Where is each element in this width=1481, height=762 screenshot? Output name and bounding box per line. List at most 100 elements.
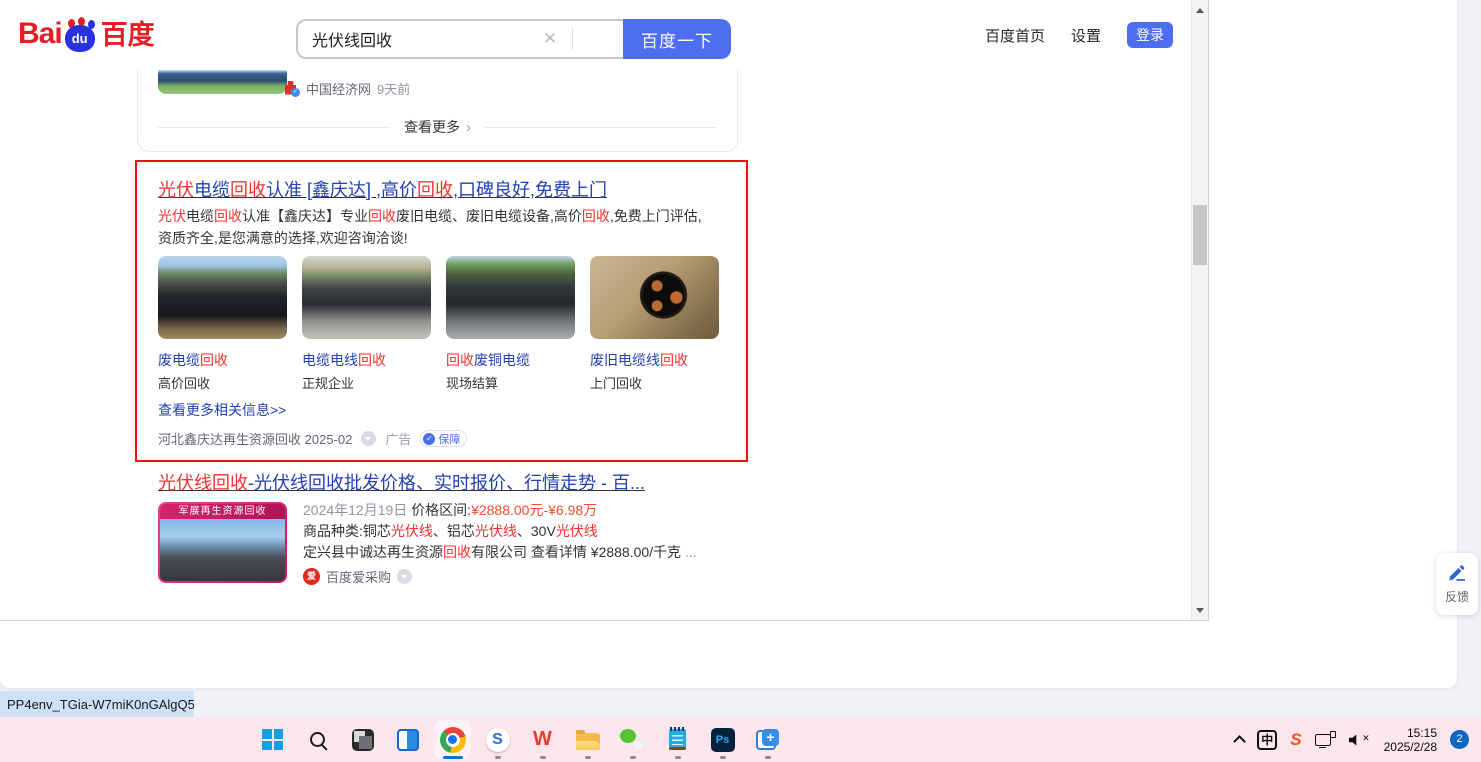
baidu-logo[interactable]: Bai du 百度 — [18, 15, 155, 53]
search-input[interactable] — [296, 19, 623, 59]
network-icon — [1315, 731, 1336, 748]
notification-badge: 2 — [1450, 730, 1469, 749]
result2-category-line: 商品种类:铜芯光伏线、铝芯光伏线、30V光伏线 — [303, 522, 598, 541]
running-indicator — [495, 756, 501, 759]
tray-show-hidden-icons[interactable] — [1235, 733, 1244, 746]
publish-time: 9天前 — [377, 79, 410, 98]
clear-search-icon[interactable]: ✕ — [540, 29, 560, 49]
volume-muted-icon — [1349, 732, 1371, 748]
tray-volume[interactable] — [1349, 732, 1371, 748]
divider — [158, 127, 390, 128]
sogou-icon: S — [486, 728, 510, 752]
baidu-aicaigou-label: 百度爱采购 — [326, 567, 391, 586]
tray-ime-indicator[interactable]: 中 — [1257, 730, 1277, 750]
ad-item-caption[interactable]: 回收废铜电缆 — [446, 350, 530, 370]
scroll-up-arrow[interactable] — [1192, 2, 1208, 18]
ad-more-info-link[interactable]: 查看更多相关信息>> — [158, 400, 286, 420]
taskbar-sogou[interactable]: S — [475, 717, 520, 762]
wechat-icon — [620, 729, 645, 751]
photo-app-icon — [352, 729, 374, 751]
tray-sogou[interactable]: S — [1290, 730, 1301, 750]
search-button[interactable]: 百度一下 — [623, 19, 731, 59]
clock-time: 15:15 — [1384, 726, 1437, 740]
running-indicator — [765, 756, 771, 759]
taskbar-wechat[interactable] — [610, 717, 655, 762]
feedback-label: 反馈 — [1445, 588, 1469, 605]
ad-item-caption[interactable]: 废电缆回收 — [158, 350, 228, 370]
taskbar-wps[interactable]: W — [520, 717, 565, 762]
running-indicator — [540, 756, 546, 759]
taskbar-panel-app[interactable] — [385, 717, 430, 762]
tray-clock[interactable]: 15:15 2025/2/28 — [1384, 726, 1437, 754]
nav-settings[interactable]: 设置 — [1071, 25, 1101, 46]
search-icon — [307, 729, 329, 751]
taskbar-photo-app[interactable] — [340, 717, 385, 762]
running-indicator — [585, 756, 591, 759]
ad-source-name: 河北鑫庆达再生资源回收 2025-02 — [158, 429, 352, 448]
ad-thumbnail[interactable] — [158, 256, 287, 339]
tray-notifications[interactable]: 2 — [1450, 730, 1469, 749]
baidu-aicaigou-icon: 爱 — [303, 568, 320, 585]
baidu-paw-icon: du — [65, 19, 98, 52]
running-indicator — [630, 756, 636, 759]
active-app-indicator — [443, 756, 463, 759]
photoshop-icon: Ps — [711, 728, 735, 752]
ad-label: 广告 — [385, 429, 411, 448]
notepad-icon — [669, 729, 686, 750]
taskbar-start-button[interactable] — [250, 717, 295, 762]
new-window-plus-icon: + — [755, 728, 780, 752]
result2-title[interactable]: 光伏线回收-光伏线回收批发价格、实时报价、行情走势 - 百... — [158, 471, 645, 495]
ad-item-caption[interactable]: 废旧电缆线回收 — [590, 350, 688, 370]
chevron-right-icon: › — [466, 119, 471, 136]
ad-item-subtitle: 高价回收 — [158, 373, 210, 392]
browser-window: ✓ 中国经济网 9天前 查看更多 › 光伏电缆回收认准 [鑫庆达] ,高价回收,… — [0, 0, 1457, 688]
scrollbar-thumb[interactable] — [1193, 205, 1207, 265]
login-button[interactable]: 登录 — [1127, 22, 1173, 48]
feedback-button[interactable]: 反馈 — [1436, 553, 1478, 615]
page-scrollbar[interactable] — [1191, 0, 1208, 620]
ad-item-subtitle: 现场结算 — [446, 373, 498, 392]
taskbar-notepad[interactable] — [655, 717, 700, 762]
result2-company-line: 定兴县中诚达再生资源回收有限公司 查看详情 ¥2888.00/千克 ... — [303, 543, 697, 562]
taskbar-search[interactable] — [295, 717, 340, 762]
guarantee-badge: ✓ 保障 — [420, 430, 467, 447]
result2-price-line: 2024年12月19日 价格区间:¥2888.00元-¥6.98万 — [303, 501, 597, 520]
ime-chinese-icon: 中 — [1257, 730, 1277, 750]
chevron-up-icon — [1233, 735, 1246, 748]
news-card: ✓ 中国经济网 9天前 查看更多 › — [137, 56, 738, 152]
result-options-chevron-icon[interactable] — [397, 569, 412, 584]
check-icon: ✓ — [423, 433, 435, 445]
divider — [572, 28, 573, 50]
running-indicator — [675, 756, 681, 759]
pencil-icon — [1447, 563, 1467, 583]
chrome-icon — [440, 727, 466, 753]
taskbar-file-explorer[interactable] — [565, 717, 610, 762]
page-content-frame: ✓ 中国经济网 9天前 查看更多 › 光伏电缆回收认准 [鑫庆达] ,高价回收,… — [0, 0, 1209, 621]
ad-item-caption[interactable]: 电缆电线回收 — [302, 350, 386, 370]
ad-thumbnail[interactable] — [302, 256, 431, 339]
ad-result-title[interactable]: 光伏电缆回收认准 [鑫庆达] ,高价回收,口碑良好,免费上门 — [158, 178, 607, 202]
window-title-tab[interactable]: PP4env_TGia-W7miK0nGAlgQ5... — [0, 691, 194, 717]
ad-thumbnail[interactable] — [590, 256, 719, 339]
divider — [485, 127, 717, 128]
ad-result-description: 光伏电缆回收认准【鑫庆达】专业回收废旧电缆、废旧电缆设备,高价回收,免费上门评估… — [158, 205, 710, 249]
ad-item-subtitle: 上门回收 — [590, 373, 642, 392]
taskbar-photoshop[interactable]: Ps — [700, 717, 745, 762]
source-favicon: ✓ — [284, 81, 300, 97]
verified-check-icon: ✓ — [291, 88, 300, 97]
thumbnail-banner: 军展再生资源回收 — [160, 504, 285, 519]
see-more-link[interactable]: 查看更多 › — [158, 117, 717, 137]
ad-item-subtitle: 正规企业 — [302, 373, 354, 392]
result-options-chevron-icon[interactable] — [361, 431, 376, 446]
ad-thumbnail[interactable] — [446, 256, 575, 339]
tray-network[interactable] — [1315, 731, 1336, 748]
taskbar-chrome[interactable] — [430, 717, 475, 762]
nav-baidu-home[interactable]: 百度首页 — [985, 25, 1045, 46]
taskbar-new-window-app[interactable]: + — [745, 717, 790, 762]
result2-thumbnail[interactable]: 军展再生资源回收 — [158, 502, 287, 583]
taskbar: S W Ps + 中 S — [0, 717, 1481, 762]
panel-app-icon — [397, 729, 419, 751]
folder-icon — [576, 733, 600, 750]
sogou-tray-icon: S — [1290, 730, 1301, 750]
scroll-down-arrow[interactable] — [1192, 602, 1208, 618]
